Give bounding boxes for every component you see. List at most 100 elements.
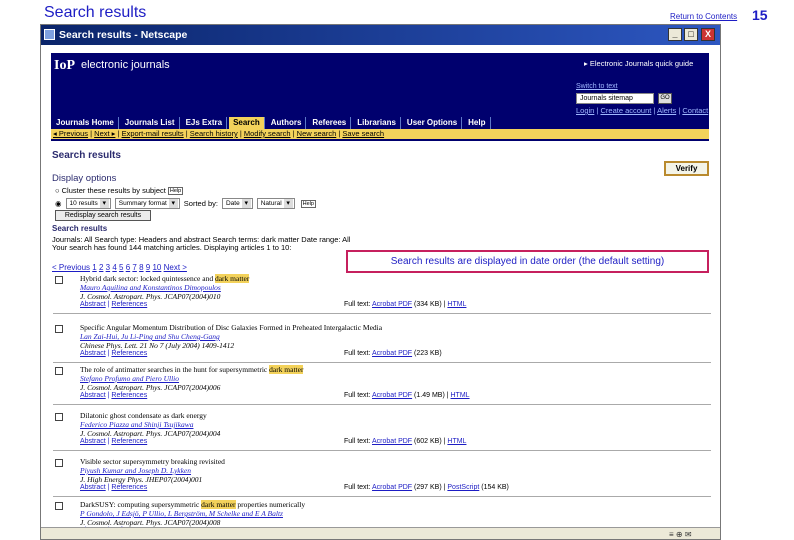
order-select[interactable]: Natural	[256, 198, 295, 209]
result-authors[interactable]: P Gondolo, J Edsjö, P Ullio, L Bergström…	[80, 509, 283, 518]
result-checkbox[interactable]	[55, 325, 63, 333]
pdf-link[interactable]: Acrobat PDF	[372, 301, 412, 308]
pager-page[interactable]: 6	[126, 263, 130, 272]
subnav-link[interactable]: Next ▸	[94, 129, 115, 138]
abstract-link[interactable]: Abstract	[80, 438, 106, 445]
result-checkbox[interactable]	[55, 502, 63, 510]
redisplay-button[interactable]: Redisplay search results	[55, 210, 151, 221]
nav-tab-librarians[interactable]: Librarians	[353, 117, 401, 129]
result-checkbox[interactable]	[55, 367, 63, 375]
create-account-link[interactable]: Create account	[600, 106, 651, 115]
fulltext-label: Full text:	[344, 392, 371, 399]
subnav-link[interactable]: Export-mail results	[122, 129, 184, 138]
pager-page[interactable]: 9	[146, 263, 150, 272]
result-title: The role of antimatter searches in the h…	[80, 365, 304, 374]
result-checkbox[interactable]	[55, 276, 63, 284]
sort-select[interactable]: Date	[221, 198, 253, 209]
pager-previous[interactable]: < Previous	[52, 263, 90, 272]
return-to-contents-link[interactable]: Return to Contents	[670, 12, 737, 21]
nav-tab-authors[interactable]: Authors	[266, 117, 307, 129]
result-reference: J. High Energy Phys. JHEP07(2004)001	[80, 475, 203, 484]
alerts-link[interactable]: Alerts	[657, 106, 676, 115]
result-authors[interactable]: Federico Piazza and Shinji Tsujikawa	[80, 420, 193, 429]
result-checkbox[interactable]	[55, 459, 63, 467]
nav-tab-search[interactable]: Search	[229, 117, 265, 129]
pdf-link[interactable]: Acrobat PDF	[372, 350, 412, 357]
quick-guide-link[interactable]: ▸ Electronic Journals quick guide	[584, 59, 693, 68]
pager-page[interactable]: 4	[112, 263, 116, 272]
format-select[interactable]: Summary format	[114, 198, 180, 209]
window-title: Search results - Netscape	[59, 29, 188, 41]
nav-tab-help[interactable]: Help	[464, 117, 491, 129]
pager-next[interactable]: Next >	[164, 263, 187, 272]
nav-tab-referees[interactable]: Referees	[308, 117, 352, 129]
references-link[interactable]: References	[111, 438, 147, 445]
references-link[interactable]: References	[111, 350, 147, 357]
result-authors[interactable]: Lan Zai-Hui, Ju Li-Ping and Shu Cheng-Ga…	[80, 332, 220, 341]
nav-tab-journals-list[interactable]: Journals List	[120, 117, 180, 129]
login-link[interactable]: Login	[576, 106, 594, 115]
fulltext-label: Full text:	[344, 350, 371, 357]
references-link[interactable]: References	[111, 484, 147, 491]
results-radio[interactable]: ◉	[55, 199, 62, 208]
fulltext-label: Full text:	[344, 438, 371, 445]
subnav-link[interactable]: Modify search	[244, 129, 291, 138]
abstract-link[interactable]: Abstract	[80, 484, 106, 491]
iop-logo: IoP	[54, 58, 75, 73]
subnav-link[interactable]: New search	[297, 129, 337, 138]
result-title: Hybrid dark sector: locked quintessence …	[80, 274, 250, 283]
alt-format-link[interactable]: HTML	[447, 438, 466, 445]
maximize-button[interactable]: □	[684, 28, 698, 41]
result-authors[interactable]: Mauro Aquilina and Konstantinos Dimopoul…	[80, 283, 221, 292]
journal-select[interactable]: Journals sitemap	[576, 93, 654, 104]
subnav-link[interactable]: Search history	[190, 129, 238, 138]
cluster-option[interactable]: ○ Cluster these results by subject Help	[55, 186, 184, 196]
sorted-by-label: Sorted by:	[183, 199, 218, 208]
slide-title: Search results	[44, 4, 147, 21]
pager-page[interactable]: 3	[106, 263, 110, 272]
references-link[interactable]: References	[111, 301, 147, 308]
status-bar: ≡ ⊕ ✉	[41, 527, 720, 539]
verify-button[interactable]: Verify	[664, 161, 709, 176]
result-links: Abstract | References	[80, 484, 148, 491]
nav-tab-user-options[interactable]: User Options	[402, 117, 463, 129]
pdf-link[interactable]: Acrobat PDF	[372, 392, 412, 399]
alt-format-link[interactable]: HTML	[447, 301, 466, 308]
result-reference: Chinese Phys. Lett. 21 No 7 (July 2004) …	[80, 341, 235, 350]
result-divider	[53, 450, 711, 451]
minimize-button[interactable]: _	[668, 28, 682, 41]
pager-page[interactable]: 1	[92, 263, 96, 272]
pager-page[interactable]: 7	[132, 263, 136, 272]
abstract-link[interactable]: Abstract	[80, 392, 106, 399]
switch-to-text-link[interactable]: Switch to text	[576, 83, 618, 90]
references-link[interactable]: References	[111, 392, 147, 399]
alt-format-link[interactable]: PostScript	[447, 484, 479, 491]
subnav-link[interactable]: Save search	[342, 129, 384, 138]
pdf-link[interactable]: Acrobat PDF	[372, 484, 412, 491]
abstract-link[interactable]: Abstract	[80, 350, 106, 357]
help-button[interactable]: Help	[167, 187, 184, 196]
result-authors[interactable]: Piyush Kumar and Joseph D. Lykken	[80, 466, 191, 475]
abstract-link[interactable]: Abstract	[80, 301, 106, 308]
help-button-2[interactable]: Help	[300, 199, 316, 208]
results-count-select[interactable]: 10 results	[65, 198, 111, 209]
cluster-label: Cluster these results by subject	[61, 186, 166, 195]
fulltext-links: Full text: Acrobat PDF (223 KB)	[344, 350, 442, 357]
pager-page[interactable]: 2	[99, 263, 103, 272]
fulltext-links: Full text: Acrobat PDF (297 KB) | PostSc…	[344, 484, 509, 491]
pager-page[interactable]: 8	[139, 263, 143, 272]
nav-tab-journals-home[interactable]: Journals Home	[52, 117, 119, 129]
close-button[interactable]: X	[701, 28, 715, 41]
page-number: 15	[752, 7, 768, 23]
subnav-link[interactable]: ◂ Previous	[53, 129, 88, 138]
result-checkbox[interactable]	[55, 413, 63, 421]
nav-tab-ejs-extra[interactable]: EJs Extra	[181, 117, 228, 129]
sub-nav: ◂ Previous | Next ▸ | Export-mail result…	[51, 129, 709, 139]
result-authors[interactable]: Stefano Profumo and Piero Ullio	[80, 374, 179, 383]
pager-page[interactable]: 5	[119, 263, 123, 272]
alt-format-link[interactable]: HTML	[451, 392, 470, 399]
result-links: Abstract | References	[80, 301, 148, 308]
go-button[interactable]: GO	[658, 93, 672, 104]
pager-page[interactable]: 10	[152, 263, 161, 272]
pdf-link[interactable]: Acrobat PDF	[372, 438, 412, 445]
